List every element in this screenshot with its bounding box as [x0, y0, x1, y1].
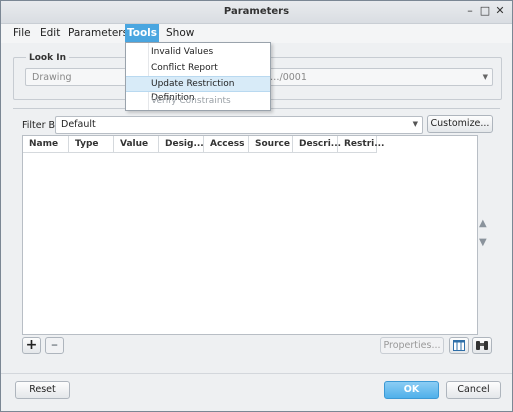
column-header-designated[interactable]: Desig... — [159, 136, 204, 152]
arrow-down-icon[interactable]: ▼ — [479, 237, 487, 248]
remove-parameter-button[interactable]: – — [45, 337, 64, 354]
chevron-down-icon: ▼ — [482, 73, 488, 81]
cancel-button[interactable]: Cancel — [446, 381, 501, 399]
column-header-restriction[interactable]: Restri... — [338, 136, 384, 152]
footer-divider — [1, 373, 512, 374]
menu-show[interactable]: Show — [162, 24, 198, 43]
table-header: Name Type Value Desig... Access Source D… — [23, 136, 384, 153]
properties-button[interactable]: Properties... — [380, 337, 444, 354]
ok-button[interactable]: OK — [384, 381, 439, 399]
column-header-description[interactable]: Descri... — [293, 136, 341, 152]
menu-item-update-restriction-definition[interactable]: Update Restriction Definition — [126, 76, 270, 103]
menu-bar: File Edit Parameters Tools Show — [1, 24, 512, 43]
look-in-type-select: Drawing — [25, 68, 127, 86]
table-columns-button[interactable] — [449, 337, 469, 354]
close-button[interactable]: ✕ — [493, 4, 507, 18]
binoculars-icon — [476, 341, 488, 350]
filter-by-value: Default — [61, 119, 96, 130]
look-in-label: Look In — [26, 53, 69, 63]
tools-menu-dropdown: Invalid Values Conflict Report Update Re… — [125, 42, 271, 111]
column-header-source[interactable]: Source — [249, 136, 293, 152]
columns-icon — [453, 340, 465, 351]
look-in-object-value: …/0001 — [270, 72, 307, 83]
column-header-access[interactable]: Access — [204, 136, 249, 152]
look-in-type-value: Drawing — [32, 72, 72, 83]
minus-icon: – — [51, 337, 58, 353]
menu-item-invalid-values[interactable]: Invalid Values — [126, 44, 270, 60]
parameters-dialog: Parameters – □ ✕ File Edit Parameters To… — [0, 0, 513, 412]
customize-button[interactable]: Customize... — [427, 115, 493, 133]
menu-item-verify-constraints: Verify Constraints — [151, 96, 231, 106]
reset-button[interactable]: Reset — [15, 381, 70, 399]
find-button[interactable] — [472, 337, 492, 354]
plus-icon: + — [25, 337, 38, 353]
menu-tools[interactable]: Tools — [125, 24, 159, 43]
column-header-type[interactable]: Type — [69, 136, 114, 152]
parameters-table[interactable]: Name Type Value Desig... Access Source D… — [22, 135, 478, 335]
menu-item-conflict-report[interactable]: Conflict Report — [126, 60, 270, 76]
menu-edit[interactable]: Edit — [36, 24, 64, 43]
column-header-name[interactable]: Name — [23, 136, 69, 152]
minimize-button[interactable]: – — [463, 4, 477, 18]
menu-parameters[interactable]: Parameters — [64, 24, 132, 43]
arrow-up-icon[interactable]: ▲ — [479, 218, 487, 229]
filter-by-select[interactable]: Default ▼ — [55, 116, 423, 134]
add-parameter-button[interactable]: + — [22, 337, 41, 354]
window-title: Parameters — [223, 6, 290, 17]
column-header-value[interactable]: Value — [114, 136, 159, 152]
menu-file[interactable]: File — [9, 24, 35, 43]
maximize-button[interactable]: □ — [478, 4, 492, 18]
chevron-down-icon: ▼ — [412, 120, 418, 128]
look-in-object-select: …/0001 ▼ — [269, 68, 493, 86]
title-bar: Parameters – □ ✕ — [1, 1, 512, 24]
